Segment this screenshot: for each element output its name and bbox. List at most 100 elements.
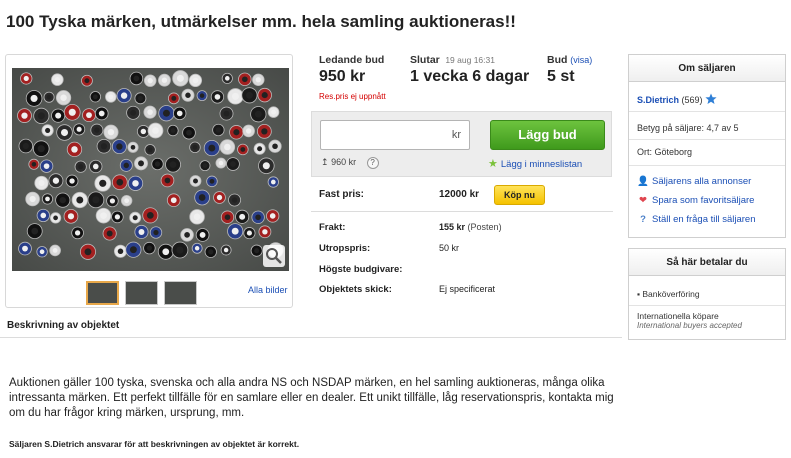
- description-heading: Beskrivning av objektet: [7, 320, 120, 331]
- badge-center: [133, 75, 140, 82]
- badge-center: [46, 94, 52, 100]
- seller-link-label: Säljarens alla annonser: [652, 176, 752, 187]
- detail-label: Objektets skick:: [319, 284, 392, 295]
- badge-collection-photo: [12, 68, 289, 271]
- badge-center: [52, 177, 60, 184]
- ask-seller-question-link[interactable]: ? Ställ en fråga till säljaren: [637, 214, 755, 225]
- badge-center: [132, 180, 139, 187]
- badge-center: [124, 198, 130, 204]
- show-bids-link[interactable]: (visa): [570, 55, 592, 65]
- badge-center: [192, 77, 199, 84]
- heart-icon: ❤: [639, 195, 647, 206]
- bids-info: Bud (visa) 5 st: [547, 54, 592, 86]
- badge-center: [52, 248, 58, 253]
- badge-center: [164, 177, 171, 184]
- badge-center: [257, 146, 263, 152]
- badge-center: [271, 109, 276, 115]
- bid-form: kr Lägg bud ↥ 960 kr ? ★ Lägg i minneslis…: [311, 111, 612, 177]
- place-bid-button[interactable]: Lägg bud: [490, 120, 605, 150]
- badge-center: [69, 178, 75, 184]
- seller-grade: Betyg på säljare: 4,7 av 5: [637, 123, 739, 133]
- payment-method-international: Internationella köpare International buy…: [637, 311, 742, 330]
- leading-bid-value: 950 kr: [319, 68, 366, 85]
- thumbnail-1[interactable]: [86, 281, 119, 305]
- badge-center: [270, 179, 276, 185]
- badge-center: [230, 161, 236, 167]
- min-bid-info: ↥ 960 kr ?: [321, 157, 379, 169]
- badge-center: [216, 194, 223, 201]
- divider: [0, 337, 622, 338]
- badge-center: [218, 160, 224, 166]
- badge-center: [147, 109, 153, 115]
- detail-label: Högste budgivare:: [319, 264, 403, 275]
- badge-center: [137, 95, 143, 101]
- badge-center: [37, 145, 45, 153]
- badge-center: [39, 249, 45, 255]
- fixed-price-row: Fast pris: 12000 kr Köp nu: [319, 183, 619, 207]
- badge-center: [245, 128, 252, 134]
- ends-value: 1 vecka 6 dagar: [410, 68, 530, 85]
- seller-rating-count: (569): [681, 95, 703, 105]
- badge-center: [92, 163, 99, 170]
- badge-center: [60, 94, 67, 101]
- badge-center: [38, 179, 45, 187]
- seller-name-link[interactable]: S.Dietrich: [637, 95, 679, 105]
- badge-center: [78, 164, 84, 170]
- badge-center: [176, 246, 184, 254]
- badge-center: [224, 76, 230, 81]
- all-images-link[interactable]: Alla bilder: [248, 285, 288, 295]
- image-gallery: Alla bilder: [5, 54, 293, 308]
- badge-center: [170, 197, 177, 204]
- badge-center: [241, 76, 248, 83]
- badge-center: [40, 212, 47, 219]
- badge-center: [100, 143, 108, 150]
- badge-center: [31, 227, 39, 235]
- thumbnail-2[interactable]: [125, 281, 158, 305]
- badge-center: [130, 144, 136, 150]
- detail-label: Utropspris:: [319, 243, 371, 254]
- badge-center: [154, 161, 161, 167]
- bid-unit-label: kr: [451, 129, 461, 141]
- seller-all-ads-link[interactable]: 👤 Säljarens alla annonser: [637, 176, 751, 187]
- badge-center: [22, 142, 29, 150]
- badge-center: [59, 196, 66, 204]
- badge-center: [43, 163, 50, 169]
- badge-center: [239, 213, 246, 220]
- badge-center: [261, 128, 268, 135]
- badge-center: [208, 249, 214, 255]
- badge-center: [261, 92, 268, 99]
- buy-now-button[interactable]: Köp nu: [494, 185, 545, 205]
- badge-center: [120, 92, 128, 99]
- badge-center: [153, 229, 159, 236]
- person-icon: 👤: [637, 176, 649, 187]
- badge-center: [29, 195, 36, 203]
- save-favorite-seller-link[interactable]: ❤ Spara som favoritsäljare: [637, 195, 754, 206]
- badge-center: [224, 143, 231, 151]
- zoom-icon[interactable]: [263, 245, 285, 267]
- main-listing-image[interactable]: [12, 68, 289, 271]
- badge-center: [185, 92, 191, 98]
- badge-center: [132, 215, 138, 221]
- bid-amount-input[interactable]: kr: [320, 120, 470, 150]
- arrow-up-icon: ↥: [321, 157, 329, 167]
- badge-center: [23, 75, 29, 82]
- payment-international-sub: International buyers accepted: [637, 321, 742, 330]
- badge-center: [215, 127, 221, 133]
- badge-center: [208, 144, 216, 152]
- add-to-watchlist-link[interactable]: ★ Lägg i minneslistan: [488, 157, 582, 170]
- detail-label: Frakt:: [319, 222, 346, 233]
- help-icon[interactable]: ?: [366, 157, 379, 169]
- badge-center: [21, 112, 28, 119]
- payment-box-heading: Så här betalar du: [629, 249, 785, 276]
- thumbnail-3[interactable]: [164, 281, 197, 305]
- badge-center: [161, 77, 168, 83]
- badge-center: [231, 227, 239, 235]
- seller-location: Ort: Göteborg: [637, 147, 693, 157]
- badge-center: [171, 95, 177, 101]
- divider: [311, 211, 613, 212]
- reserve-note: Res.pris ej uppnått: [319, 92, 386, 101]
- badge-center: [186, 129, 192, 136]
- badge-center: [214, 94, 221, 100]
- badge-center: [231, 197, 238, 203]
- badge-center: [233, 129, 240, 136]
